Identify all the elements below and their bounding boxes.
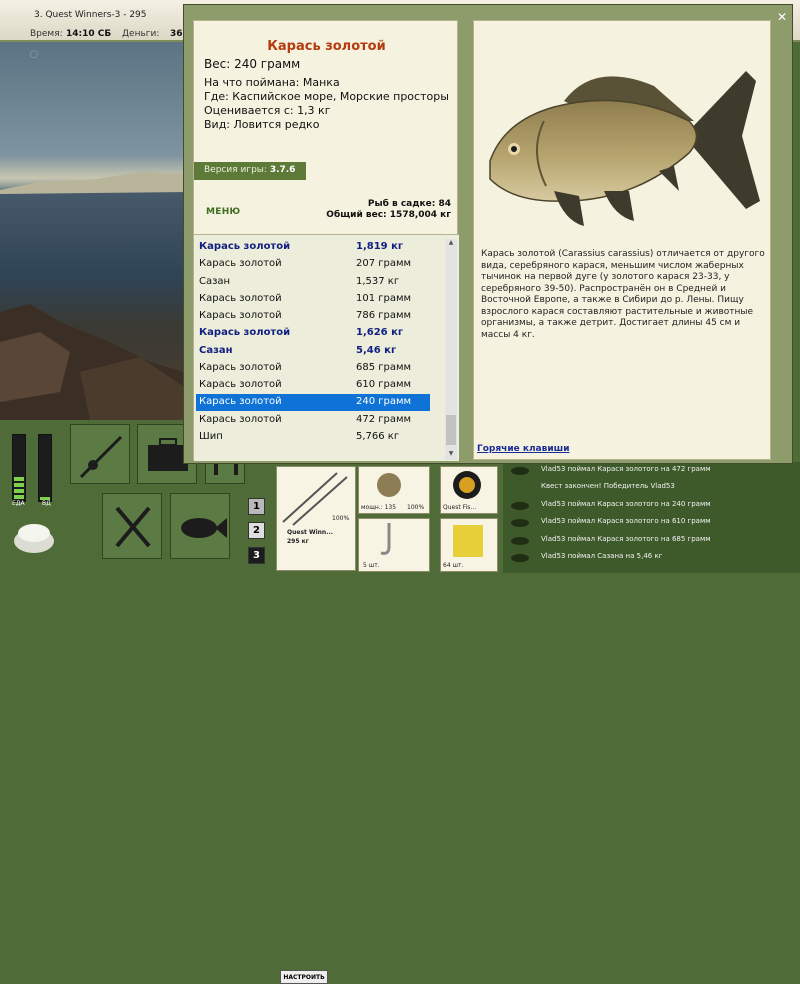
fish-icon	[511, 537, 529, 545]
page-3-button[interactable]: 3	[248, 547, 265, 564]
alcohol-meter-label: ВД	[42, 500, 51, 507]
food-bowl-icon[interactable]	[10, 515, 58, 555]
window-title: 3. Quest Winners-3 - 295	[34, 10, 147, 20]
scroll-thumb[interactable]	[446, 415, 456, 445]
catch-row[interactable]: Шип 5,766 кг	[196, 429, 430, 446]
bait-slot[interactable]: 64 шт.	[440, 518, 498, 572]
bait-count: 64 шт.	[443, 562, 464, 569]
fish-cage-button[interactable]	[170, 493, 230, 559]
catch-row-selected[interactable]: Карась золотой 240 грамм	[196, 394, 430, 411]
catch-row[interactable]: Сазан 1,537 кг	[196, 274, 430, 291]
fish-description-card: Карась золотой (Carassius carassius) отл…	[473, 20, 771, 460]
catch-list[interactable]: Карась золотой 1,819 кг Карась золотой 2…	[194, 234, 459, 461]
catch-list-scrollbar[interactable]: ▲ ▼	[445, 239, 457, 460]
fish-icon	[511, 519, 529, 527]
game-version-badge: Версия игры: 3.7.6	[194, 162, 306, 180]
money-label: Деньги:	[122, 29, 160, 39]
catch-row[interactable]: Карась золотой 610 грамм	[196, 377, 430, 394]
rod-icon	[79, 435, 123, 479]
cage-fish-count: Рыб в садке: 84	[367, 199, 451, 209]
rod-tool-button[interactable]	[70, 424, 130, 484]
fish-weight: Вес: 240 грамм	[204, 57, 301, 71]
feed-item: Vlad53 поймал Карася золотого на 472 гра…	[511, 462, 797, 479]
reel-icon	[377, 473, 401, 497]
catch-info-card: Карась золотой Вес: 240 грамм На что пой…	[193, 20, 459, 461]
food-meter	[12, 434, 26, 502]
scroll-up-icon[interactable]: ▲	[445, 239, 457, 249]
feed-item: Vlad53 поймал Сазана на 5,46 кг	[511, 549, 797, 566]
feed-item: Vlad53 поймал Карася золотого на 240 гра…	[511, 497, 797, 514]
feed-item: Квест закончен! Победитель Vlad53	[541, 482, 675, 490]
eat-button[interactable]	[102, 493, 162, 559]
fish-icon	[511, 554, 529, 562]
fish-icon	[511, 467, 529, 475]
fish-bait: На что поймана: Манка	[204, 76, 340, 89]
reel-power: мощн.: 135	[361, 504, 397, 511]
catch-row[interactable]: Карась золотой 786 грамм	[196, 308, 430, 325]
version-label: Версия игры:	[204, 165, 267, 175]
fish-icon	[511, 502, 529, 510]
money-value: 36	[170, 29, 183, 39]
catch-row[interactable]: Карась золотой 685 грамм	[196, 360, 430, 377]
event-feed: Vlad53 поймал Карася золотого на 472 гра…	[503, 462, 800, 573]
fish-icon	[181, 518, 227, 538]
reel-percent: 100%	[407, 504, 425, 511]
fish-title: Карась золотой	[267, 39, 386, 54]
fish-value: Оценивается с: 1,3 кг	[204, 104, 331, 117]
rod-name: Quest Winn...	[287, 529, 334, 536]
catch-row[interactable]: Карась золотой 207 грамм	[196, 256, 430, 273]
menu-button[interactable]: МЕНЮ	[206, 207, 240, 217]
alcohol-meter	[38, 434, 52, 502]
page-1-button[interactable]: 1	[248, 498, 265, 515]
line-slot[interactable]: Quest Fis...	[440, 466, 498, 514]
line-spool-icon	[453, 471, 481, 499]
catch-row[interactable]: Карась золотой 472 грамм	[196, 412, 430, 429]
food-meter-label: ЕДА	[12, 500, 25, 507]
catch-row[interactable]: Сазан 5,46 кг	[196, 343, 430, 360]
rod-percent: 100%	[332, 515, 350, 522]
shore-rocks-image	[0, 172, 184, 420]
catch-row[interactable]: Карась золотой 101 грамм	[196, 291, 430, 308]
fish-description: Карась золотой (Carassius carassius) отл…	[481, 249, 765, 340]
catch-row[interactable]: Карась золотой 1,819 кг	[196, 239, 430, 256]
time-value: 14:10 СБ	[66, 29, 112, 39]
rod-slot[interactable]: Quest Winn... 295 кг 100%	[276, 466, 356, 571]
fish-rarity: Вид: Ловится редко	[204, 118, 320, 131]
bait-icon	[453, 525, 483, 557]
hook-count: 5 шт.	[363, 562, 380, 569]
page-2-button[interactable]: 2	[248, 522, 265, 539]
time-label: Время:	[30, 29, 63, 39]
version-number: 3.7.6	[269, 165, 296, 175]
fork-knife-icon	[115, 506, 151, 548]
configure-button[interactable]: НАСТРОИТЬ	[280, 970, 328, 984]
scroll-down-icon[interactable]: ▼	[445, 450, 457, 460]
feed-item: Vlad53 поймал Карася золотого на 610 гра…	[511, 514, 797, 531]
line-name: Quest Fis...	[443, 504, 477, 511]
cage-total-weight: Общий вес: 1578,004 кг	[326, 210, 451, 220]
hook-slot[interactable]: 5 шт.	[358, 518, 430, 572]
reel-slot[interactable]: мощн.: 135 100%	[358, 466, 430, 514]
fishing-scene-view[interactable]: ◯	[0, 42, 184, 420]
catch-row[interactable]: Карась золотой 1,626 кг	[196, 325, 430, 342]
close-icon[interactable]: ✕	[777, 10, 787, 24]
rod-weight: 295 кг	[287, 538, 309, 545]
fish-place: Где: Каспийское море, Морские просторы	[204, 90, 449, 103]
crucian-carp-image	[489, 71, 760, 226]
feed-item: Vlad53 поймал Карася золотого на 685 гра…	[511, 532, 797, 549]
hotkeys-link[interactable]: Горячие клавиши	[477, 444, 570, 454]
hook-icon	[380, 523, 391, 555]
